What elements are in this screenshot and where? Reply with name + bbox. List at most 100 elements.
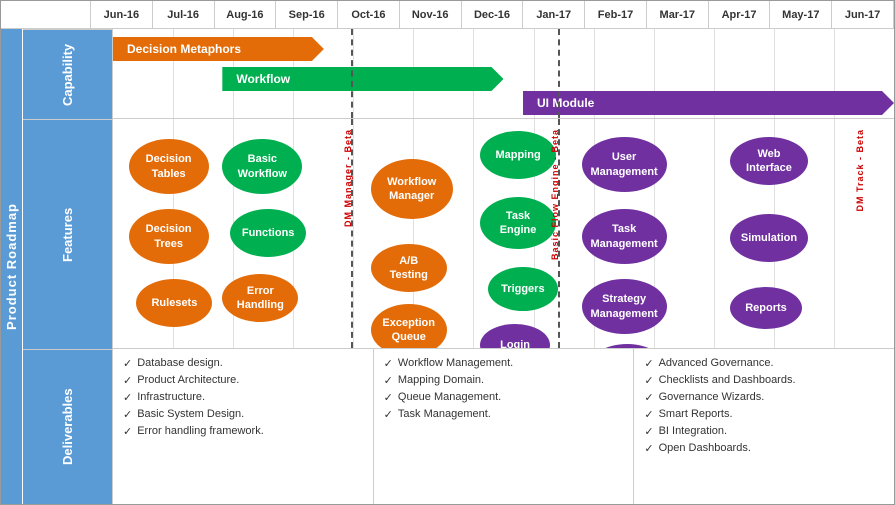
checkmark-icon: ✓ [384, 391, 393, 404]
deliverable-text: Database design. [137, 357, 223, 369]
checkmark-icon: ✓ [384, 357, 393, 370]
deliverable-item: ✓ Smart Reports. [644, 408, 884, 421]
rows-content: Decision Metaphors Workflow UI Module DM M… [113, 29, 894, 504]
deliverable-text: BI Integration. [659, 425, 728, 437]
checkmark-icon: ✓ [123, 425, 132, 438]
feature-oval: DecisionTrees [129, 209, 209, 264]
deliverable-item: ✓ Advanced Governance. [644, 357, 884, 370]
month-cell: Oct-16 [338, 1, 400, 28]
deliverable-item: ✓ Error handling framework. [123, 425, 363, 438]
roadmap-container: Jun-16Jul-16Aug-16Sep-16Oct-16Nov-16Dec-… [0, 0, 895, 505]
deliverable-text: Smart Reports. [659, 408, 733, 420]
feature-oval: BasicWorkflow [222, 139, 302, 194]
feature-oval: Simulation [730, 214, 808, 262]
feature-oval: WebInterface [730, 137, 808, 185]
deliverable-item: ✓ Open Dashboards. [644, 442, 884, 455]
deliverable-text: Error handling framework. [137, 425, 264, 437]
deliverable-text: Open Dashboards. [659, 442, 751, 454]
feature-oval: Mapping [480, 131, 556, 179]
deliverable-text: Governance Wizards. [659, 391, 765, 403]
capability-bar: Workflow [222, 67, 503, 91]
deliverable-item: ✓ Governance Wizards. [644, 391, 884, 404]
feature-oval: Reports [730, 287, 802, 329]
deliverable-item: ✓ Infrastructure. [123, 391, 363, 404]
product-roadmap-label: Product Roadmap [1, 29, 23, 504]
deliverable-text: Queue Management. [398, 391, 501, 403]
beta-label: DM Track - Beta [855, 129, 865, 212]
checkmark-icon: ✓ [123, 408, 132, 421]
deliverables-row: ✓Database design.✓Product Architecture.✓… [113, 349, 894, 504]
feature-oval: Login [480, 324, 550, 349]
checkmark-icon: ✓ [123, 357, 132, 370]
dashed-divider-line [351, 29, 353, 118]
month-cell: Sep-16 [276, 1, 338, 28]
beta-label: Basic Flow Engine - Beta [550, 129, 560, 260]
feature-oval: ErrorHandling [222, 274, 298, 322]
capability-label: Capability [23, 29, 112, 119]
feature-oval: Rulesets [136, 279, 212, 327]
month-cell: Feb-17 [585, 1, 647, 28]
deliverable-item: ✓ Basic System Design. [123, 408, 363, 421]
feature-oval: A/BTesting [371, 244, 447, 292]
main-content: Product Roadmap Capability Features Deli… [1, 29, 894, 504]
features-row: DM Manager - Beta Basic Flow Engine - Bet… [113, 119, 894, 349]
deliverable-text: Mapping Domain. [398, 374, 484, 386]
capability-bar: Decision Metaphors [113, 37, 324, 61]
deliverable-item: ✓ Checklists and Dashboards. [644, 374, 884, 387]
feature-oval: Functions [230, 209, 306, 257]
checkmark-icon: ✓ [644, 408, 653, 421]
deliverable-item: ✓ Mapping Domain. [384, 374, 624, 387]
deliverables-section: ✓Database design.✓Product Architecture.✓… [113, 349, 374, 504]
deliverable-text: Advanced Governance. [659, 357, 774, 369]
dashed-divider-line [558, 29, 560, 118]
feature-oval: ExceptionQueue [371, 304, 447, 349]
deliverable-text: Workflow Management. [398, 357, 513, 369]
month-cell: Jun-17 [832, 1, 894, 28]
month-cell: Dec-16 [462, 1, 524, 28]
checkmark-icon: ✓ [644, 442, 653, 455]
feature-oval: StrategyManagement [582, 279, 667, 334]
deliverable-text: Infrastructure. [137, 391, 205, 403]
month-cell: Jan-17 [523, 1, 585, 28]
deliverable-item: ✓ Task Management. [384, 408, 624, 421]
month-cell: Mar-17 [647, 1, 709, 28]
header-spacer [1, 1, 91, 28]
feature-oval: TaskEngine [480, 197, 556, 249]
capability-bar: UI Module [523, 91, 894, 115]
feature-oval: UserManagement [582, 137, 667, 192]
capability-row: Decision Metaphors Workflow UI Module [113, 29, 894, 119]
deliverable-text: Product Architecture. [137, 374, 239, 386]
month-cell: Nov-16 [400, 1, 462, 28]
features-label: Features [23, 119, 112, 349]
deliverables-section: ✓ Advanced Governance. ✓ Checklists and Das… [634, 349, 894, 504]
deliverable-item: ✓ Workflow Management. [384, 357, 624, 370]
beta-label: DM Manager - Beta [343, 129, 353, 227]
timeline-header: Jun-16Jul-16Aug-16Sep-16Oct-16Nov-16Dec-… [1, 1, 894, 29]
checkmark-icon: ✓ [123, 391, 132, 404]
deliverables-section: ✓ Workflow Management. ✓ Mapping Domain. ✓ Qu… [374, 349, 635, 504]
checkmark-icon: ✓ [644, 391, 653, 404]
feature-oval: DecisionTables [129, 139, 209, 194]
month-cell: Aug-16 [215, 1, 277, 28]
deliverable-item: ✓ Queue Management. [384, 391, 624, 404]
feature-oval: Triggers [488, 267, 558, 311]
deliverable-item: ✓ Database design. [123, 357, 363, 370]
month-cell: May-17 [770, 1, 832, 28]
deliverable-text: Checklists and Dashboards. [659, 374, 796, 386]
checkmark-icon: ✓ [644, 425, 653, 438]
deliverable-item: ✓ BI Integration. [644, 425, 884, 438]
deliverables-label: Deliverables [23, 349, 112, 504]
month-cell: Jul-16 [153, 1, 215, 28]
checkmark-icon: ✓ [384, 408, 393, 421]
checkmark-icon: ✓ [644, 357, 653, 370]
timeline-months: Jun-16Jul-16Aug-16Sep-16Oct-16Nov-16Dec-… [91, 1, 894, 28]
month-cell: Jun-16 [91, 1, 153, 28]
checkmark-icon: ✓ [123, 374, 132, 387]
deliverable-text: Basic System Design. [137, 408, 244, 420]
checkmark-icon: ✓ [384, 374, 393, 387]
deliverable-item: ✓ Product Architecture. [123, 374, 363, 387]
row-labels: Capability Features Deliverables [23, 29, 113, 504]
feature-oval: TaskManagement [582, 209, 667, 264]
deliverable-text: Task Management. [398, 408, 491, 420]
checkmark-icon: ✓ [644, 374, 653, 387]
